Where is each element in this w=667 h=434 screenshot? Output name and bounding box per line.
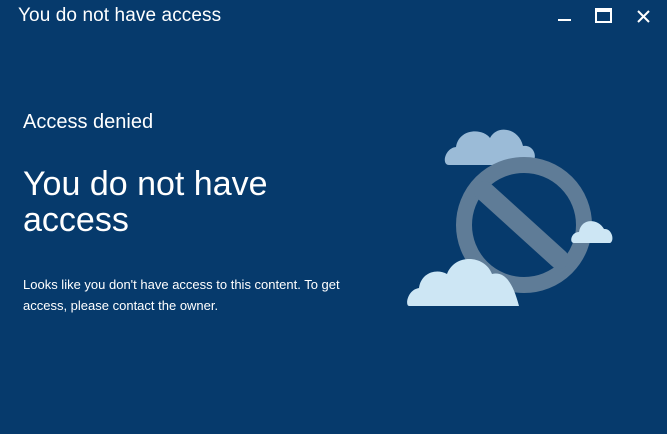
- minimize-icon: [558, 19, 571, 21]
- app-window: You do not have access Access denied You…: [0, 0, 667, 434]
- minimize-button[interactable]: [551, 3, 579, 29]
- window-title: You do not have access: [18, 5, 222, 26]
- access-denied-message: Access denied You do not have access Loo…: [23, 110, 383, 316]
- access-description: Looks like you don't have access to this…: [23, 277, 340, 313]
- cloud-icon: [407, 258, 519, 306]
- no-access-illustration: [407, 129, 613, 306]
- maximize-icon: [594, 8, 612, 23]
- close-icon: [636, 9, 650, 23]
- title-bar: You do not have access: [0, 0, 667, 34]
- headline: You do not have access: [23, 165, 268, 239]
- access-denied-label: Access denied: [23, 111, 154, 133]
- maximize-button[interactable]: [589, 3, 617, 29]
- close-button[interactable]: [629, 3, 657, 29]
